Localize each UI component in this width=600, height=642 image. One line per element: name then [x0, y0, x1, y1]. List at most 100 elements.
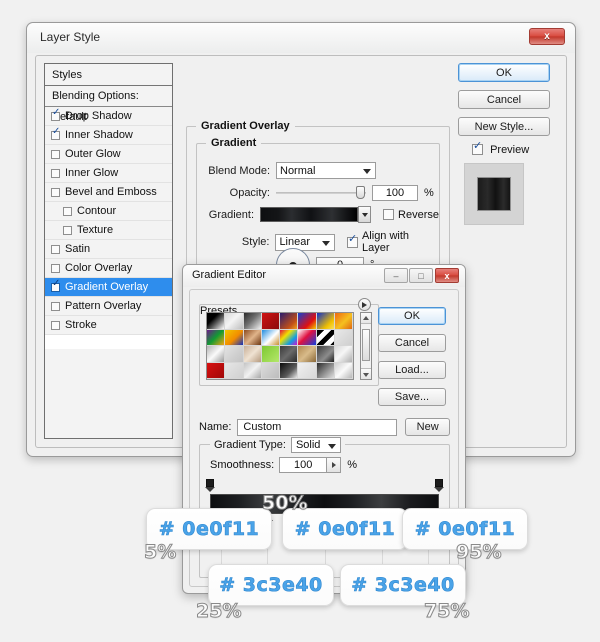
- preset-swatch[interactable]: [280, 313, 299, 330]
- style-item-drop-shadow[interactable]: Drop Shadow: [45, 107, 172, 126]
- preset-swatch[interactable]: [280, 346, 299, 363]
- preset-swatch[interactable]: [261, 329, 280, 346]
- preset-swatch[interactable]: [243, 313, 262, 330]
- style-item-checkbox[interactable]: [51, 263, 60, 273]
- save-button[interactable]: Save...: [378, 388, 446, 406]
- reverse-checkbox[interactable]: Reverse: [383, 209, 439, 221]
- preset-swatch[interactable]: [207, 313, 226, 330]
- preview-checkbox[interactable]: Preview: [472, 141, 558, 156]
- gradient-editor-ok-button[interactable]: OK: [378, 307, 446, 325]
- layer-style-titlebar[interactable]: Layer Style x: [27, 23, 575, 53]
- preset-swatch[interactable]: [334, 346, 353, 363]
- style-item-checkbox[interactable]: [63, 225, 72, 235]
- style-item-bevel-and-emboss[interactable]: Bevel and Emboss: [45, 183, 172, 202]
- blend-mode-select[interactable]: Normal: [276, 162, 376, 179]
- style-item-checkbox[interactable]: [51, 168, 60, 178]
- style-item-inner-glow[interactable]: Inner Glow: [45, 164, 172, 183]
- style-item-checkbox[interactable]: [51, 320, 60, 330]
- style-item-satin[interactable]: Satin: [45, 240, 172, 259]
- preset-swatch-grid[interactable]: [206, 312, 354, 380]
- opacity-input[interactable]: 100: [372, 185, 418, 201]
- ok-button[interactable]: OK: [458, 63, 550, 82]
- preset-swatch[interactable]: [225, 329, 244, 346]
- callout-pct-5: 5%: [143, 541, 177, 564]
- preset-swatch[interactable]: [243, 346, 262, 363]
- gradient-editor-titlebar[interactable]: Gradient Editor – □ x: [183, 265, 465, 287]
- preset-swatch[interactable]: [298, 362, 317, 379]
- preset-swatch[interactable]: [298, 313, 317, 330]
- load-button[interactable]: Load...: [378, 361, 446, 379]
- preset-swatch[interactable]: [261, 346, 280, 363]
- presets-scrollbar[interactable]: [360, 312, 372, 380]
- preset-swatch[interactable]: [298, 329, 317, 346]
- opacity-slider[interactable]: [276, 186, 366, 200]
- preset-swatch[interactable]: [225, 346, 244, 363]
- preset-swatch[interactable]: [316, 329, 335, 346]
- style-item-gradient-overlay[interactable]: Gradient Overlay: [45, 278, 172, 297]
- new-button[interactable]: New: [405, 418, 450, 436]
- minimize-icon[interactable]: –: [384, 268, 408, 283]
- style-item-checkbox[interactable]: [51, 108, 60, 121]
- style-item-checkbox[interactable]: [51, 279, 60, 292]
- scrollbar-thumb[interactable]: [362, 329, 370, 361]
- style-item-checkbox[interactable]: [51, 187, 60, 197]
- scroll-down-button[interactable]: [361, 368, 371, 379]
- styles-filler: [45, 349, 172, 438]
- gradient-preview-bar[interactable]: [260, 207, 359, 222]
- blending-options-row[interactable]: Blending Options: Default: [45, 86, 172, 123]
- preset-swatch[interactable]: [225, 313, 244, 330]
- style-item-checkbox[interactable]: [51, 127, 60, 140]
- preset-swatch[interactable]: [261, 313, 280, 330]
- preset-swatch[interactable]: [243, 362, 262, 379]
- style-item-inner-shadow[interactable]: Inner Shadow: [45, 126, 172, 145]
- cancel-button[interactable]: Cancel: [458, 90, 550, 109]
- gradient-dropdown-button[interactable]: [358, 206, 372, 223]
- opacity-stop-arrow: [434, 487, 444, 492]
- preset-swatch[interactable]: [334, 329, 353, 346]
- style-item-stroke[interactable]: Stroke: [45, 316, 172, 335]
- style-item-texture[interactable]: Texture: [45, 221, 172, 240]
- preview-checkbox-box[interactable]: [472, 141, 483, 155]
- preset-swatch[interactable]: [316, 346, 335, 363]
- style-item-color-overlay[interactable]: Color Overlay: [45, 259, 172, 278]
- opacity-stop[interactable]: [205, 479, 215, 492]
- opacity-unit: %: [424, 187, 434, 199]
- style-item-label: Inner Glow: [65, 166, 119, 179]
- opacity-stop[interactable]: [434, 479, 444, 492]
- style-item-pattern-overlay[interactable]: Pattern Overlay: [45, 297, 172, 316]
- style-item-checkbox[interactable]: [51, 149, 60, 159]
- style-item-checkbox[interactable]: [51, 301, 60, 311]
- preset-swatch[interactable]: [298, 346, 317, 363]
- gradient-picker[interactable]: [260, 206, 372, 223]
- scroll-up-button[interactable]: [361, 313, 371, 324]
- smoothness-spinner[interactable]: [327, 457, 342, 473]
- style-item-checkbox[interactable]: [51, 244, 60, 254]
- style-item-contour[interactable]: Contour: [45, 202, 172, 221]
- preset-swatch[interactable]: [280, 329, 299, 346]
- style-item-checkbox[interactable]: [63, 206, 72, 216]
- preset-swatch[interactable]: [207, 346, 226, 363]
- preset-swatch[interactable]: [280, 362, 299, 379]
- reverse-checkbox-box[interactable]: [383, 209, 395, 220]
- opacity-slider-knob[interactable]: [356, 186, 365, 199]
- preset-swatch[interactable]: [207, 329, 226, 346]
- maximize-icon[interactable]: □: [409, 268, 433, 283]
- presets-menu-icon[interactable]: [358, 298, 371, 311]
- preset-swatch[interactable]: [225, 362, 244, 379]
- gradient-type-select[interactable]: Solid: [290, 437, 341, 453]
- style-item-outer-glow[interactable]: Outer Glow: [45, 145, 172, 164]
- preset-swatch[interactable]: [334, 362, 353, 379]
- smoothness-input[interactable]: 100: [279, 457, 328, 473]
- close-icon[interactable]: x: [529, 28, 565, 45]
- preset-swatch[interactable]: [243, 329, 262, 346]
- preset-swatch[interactable]: [316, 362, 335, 379]
- align-with-layer-checkbox-box[interactable]: [347, 234, 358, 248]
- preset-swatch[interactable]: [207, 362, 226, 379]
- name-input[interactable]: Custom: [237, 418, 398, 436]
- gradient-editor-cancel-button[interactable]: Cancel: [378, 334, 446, 352]
- new-style-button[interactable]: New Style...: [458, 117, 550, 136]
- preset-swatch[interactable]: [334, 313, 353, 330]
- preset-swatch[interactable]: [261, 362, 280, 379]
- close-icon[interactable]: x: [435, 268, 459, 283]
- preset-swatch[interactable]: [316, 313, 335, 330]
